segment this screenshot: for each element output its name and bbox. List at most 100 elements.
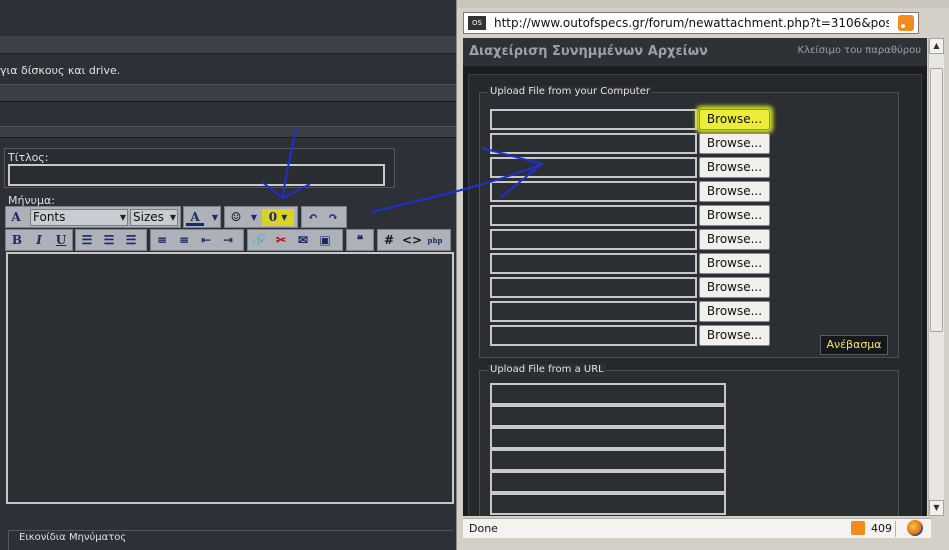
smiley-icon[interactable]: ☺ (227, 209, 245, 226)
smilies-fieldset: Εικονίδια Μηνύματος (8, 530, 453, 550)
code-icon[interactable]: # (380, 232, 398, 249)
smilies-label: Εικονίδια Μηνύματος (19, 532, 127, 543)
upload-button[interactable]: Ανέβασμα (820, 335, 888, 355)
insert-group: ☺ ▼ 0 ▾ (224, 206, 298, 228)
attachment-icon[interactable]: 0 ▾ (262, 209, 294, 226)
url-input[interactable] (490, 383, 726, 405)
font-select[interactable]: Fonts ▼ (30, 209, 128, 226)
page-title: Διαχείριση Συνημμένων Αρχείων (469, 44, 708, 59)
align-center-icon[interactable]: ☰ (100, 232, 118, 249)
file-path-input[interactable] (490, 133, 697, 154)
firefox-icon (907, 520, 923, 536)
scroll-up-icon[interactable]: ▲ (929, 38, 944, 54)
header-bar (0, 36, 460, 54)
file-path-input[interactable] (490, 109, 697, 130)
close-window-link[interactable]: Κλείσιμο του παραθύρου (798, 45, 921, 56)
notice-text: για δίσκους και drive. (0, 64, 121, 77)
browse-button[interactable]: Browse... (699, 253, 770, 274)
outdent-icon[interactable]: ⇤ (197, 232, 215, 249)
bold-icon[interactable]: B (8, 232, 26, 249)
url-input[interactable] (490, 449, 726, 471)
font-select-value: Fonts (33, 210, 66, 224)
vertical-scrollbar[interactable]: ▲ ▼ (928, 38, 944, 516)
align-left-icon[interactable]: ☰ (78, 232, 96, 249)
text-style-group: B I U (5, 229, 73, 251)
indent-icon[interactable]: ⇥ (219, 232, 237, 249)
link-group: 🔗 ✂ ✉ ▣ (247, 229, 343, 251)
browse-button[interactable]: Browse... (699, 133, 770, 154)
align-group: ☰ ☰ ☰ (75, 229, 147, 251)
size-select[interactable]: Sizes ▼ (130, 209, 178, 226)
browse-button[interactable]: Browse... (699, 277, 770, 298)
browse-button[interactable]: Browse... (699, 109, 770, 130)
size-select-value: Sizes (133, 210, 164, 224)
php-icon[interactable]: php (426, 232, 444, 249)
text-color-icon[interactable]: A (186, 209, 204, 226)
status-text: Done (469, 522, 498, 535)
upload-computer-fieldset: Upload File from your Computer Browse...… (479, 86, 899, 358)
url-input[interactable] (490, 405, 726, 427)
upload-url-legend: Upload File from a URL (488, 364, 606, 375)
file-path-input[interactable] (490, 205, 697, 226)
redo-icon[interactable]: ↷ (324, 209, 342, 226)
quote-group: ❝ (346, 229, 374, 251)
file-path-input[interactable] (490, 229, 697, 250)
url-input[interactable] (490, 427, 726, 449)
section-bar (0, 126, 460, 138)
site-favicon: OS (468, 16, 486, 30)
insert-image-icon[interactable]: ▣ (316, 232, 334, 249)
url-input[interactable] (490, 493, 726, 515)
browse-button[interactable]: Browse... (699, 229, 770, 250)
upload-computer-legend: Upload File from your Computer (488, 86, 652, 97)
align-right-icon[interactable]: ☰ (122, 232, 140, 249)
chevron-down-icon: ▼ (169, 213, 176, 222)
browse-button[interactable]: Browse... (699, 325, 770, 346)
underline-icon[interactable]: U (52, 232, 70, 249)
file-path-input[interactable] (490, 325, 697, 346)
url-input[interactable] (490, 471, 726, 493)
undo-icon[interactable]: ↶ (304, 209, 322, 226)
rss-feed-icon[interactable] (851, 521, 865, 535)
window-titlebar (457, 0, 949, 8)
quote-icon[interactable]: ❝ (351, 232, 369, 249)
message-editor[interactable] (6, 252, 454, 504)
scroll-down-icon[interactable]: ▼ (929, 500, 944, 516)
upload-url-fieldset: Upload File from a URL (479, 364, 899, 516)
email-link-icon[interactable]: ✉ (294, 232, 312, 249)
chevron-down-icon[interactable]: ▼ (245, 209, 263, 226)
browse-button[interactable]: Browse... (699, 205, 770, 226)
file-path-input[interactable] (490, 157, 697, 178)
html-icon[interactable]: <> (402, 232, 422, 249)
file-path-input[interactable] (490, 253, 697, 274)
address-bar[interactable]: OS http://www.outofspecs.gr/forum/newatt… (463, 12, 919, 34)
chevron-down-icon: ▼ (119, 213, 126, 222)
remove-link-icon[interactable]: ✂ (272, 232, 290, 249)
forum-page: για δίσκους και drive. Τίτλος: Μήνυμα: A… (0, 0, 460, 550)
title-label: Τίτλος: (8, 151, 49, 164)
file-path-input[interactable] (490, 301, 697, 322)
remove-format-icon[interactable]: A (7, 209, 25, 226)
address-url[interactable]: http://www.outofspecs.gr/forum/newattach… (494, 16, 889, 30)
undo-group: ↶ ↷ (301, 206, 347, 228)
editor-toolbar-top: A Fonts ▼ Sizes ▼ A ▼ ☺ ▼ 0 ▾ ↶ ↷ (5, 206, 350, 228)
browse-button[interactable]: Browse... (699, 181, 770, 202)
insert-link-icon[interactable]: 🔗 (250, 232, 268, 249)
status-count: 409 (871, 522, 892, 535)
rss-feed-icon[interactable] (898, 15, 914, 31)
browse-button[interactable]: Browse... (699, 301, 770, 322)
scrollbar-thumb[interactable] (930, 68, 943, 332)
file-path-input[interactable] (490, 277, 697, 298)
title-input[interactable] (8, 164, 385, 186)
popup-content: Διαχείριση Συνημμένων Αρχείων Κλείσιμο τ… (463, 38, 927, 516)
chevron-down-icon[interactable]: ▼ (206, 209, 224, 226)
status-bar: Done 409 (463, 518, 931, 538)
code-group: # <> php (377, 229, 451, 251)
editor-toolbar-bottom: B I U ☰ ☰ ☰ ≡ ≡ ⇤ ⇥ 🔗 ✂ ✉ ▣ ❝ # <> php (5, 229, 455, 251)
ordered-list-icon[interactable]: ≡ (153, 232, 171, 249)
popup-header: Διαχείριση Συνημμένων Αρχείων Κλείσιμο τ… (463, 38, 927, 66)
file-path-input[interactable] (490, 181, 697, 202)
list-group: ≡ ≡ ⇤ ⇥ (150, 229, 244, 251)
unordered-list-icon[interactable]: ≡ (175, 232, 193, 249)
browse-button[interactable]: Browse... (699, 157, 770, 178)
italic-icon[interactable]: I (30, 232, 48, 249)
